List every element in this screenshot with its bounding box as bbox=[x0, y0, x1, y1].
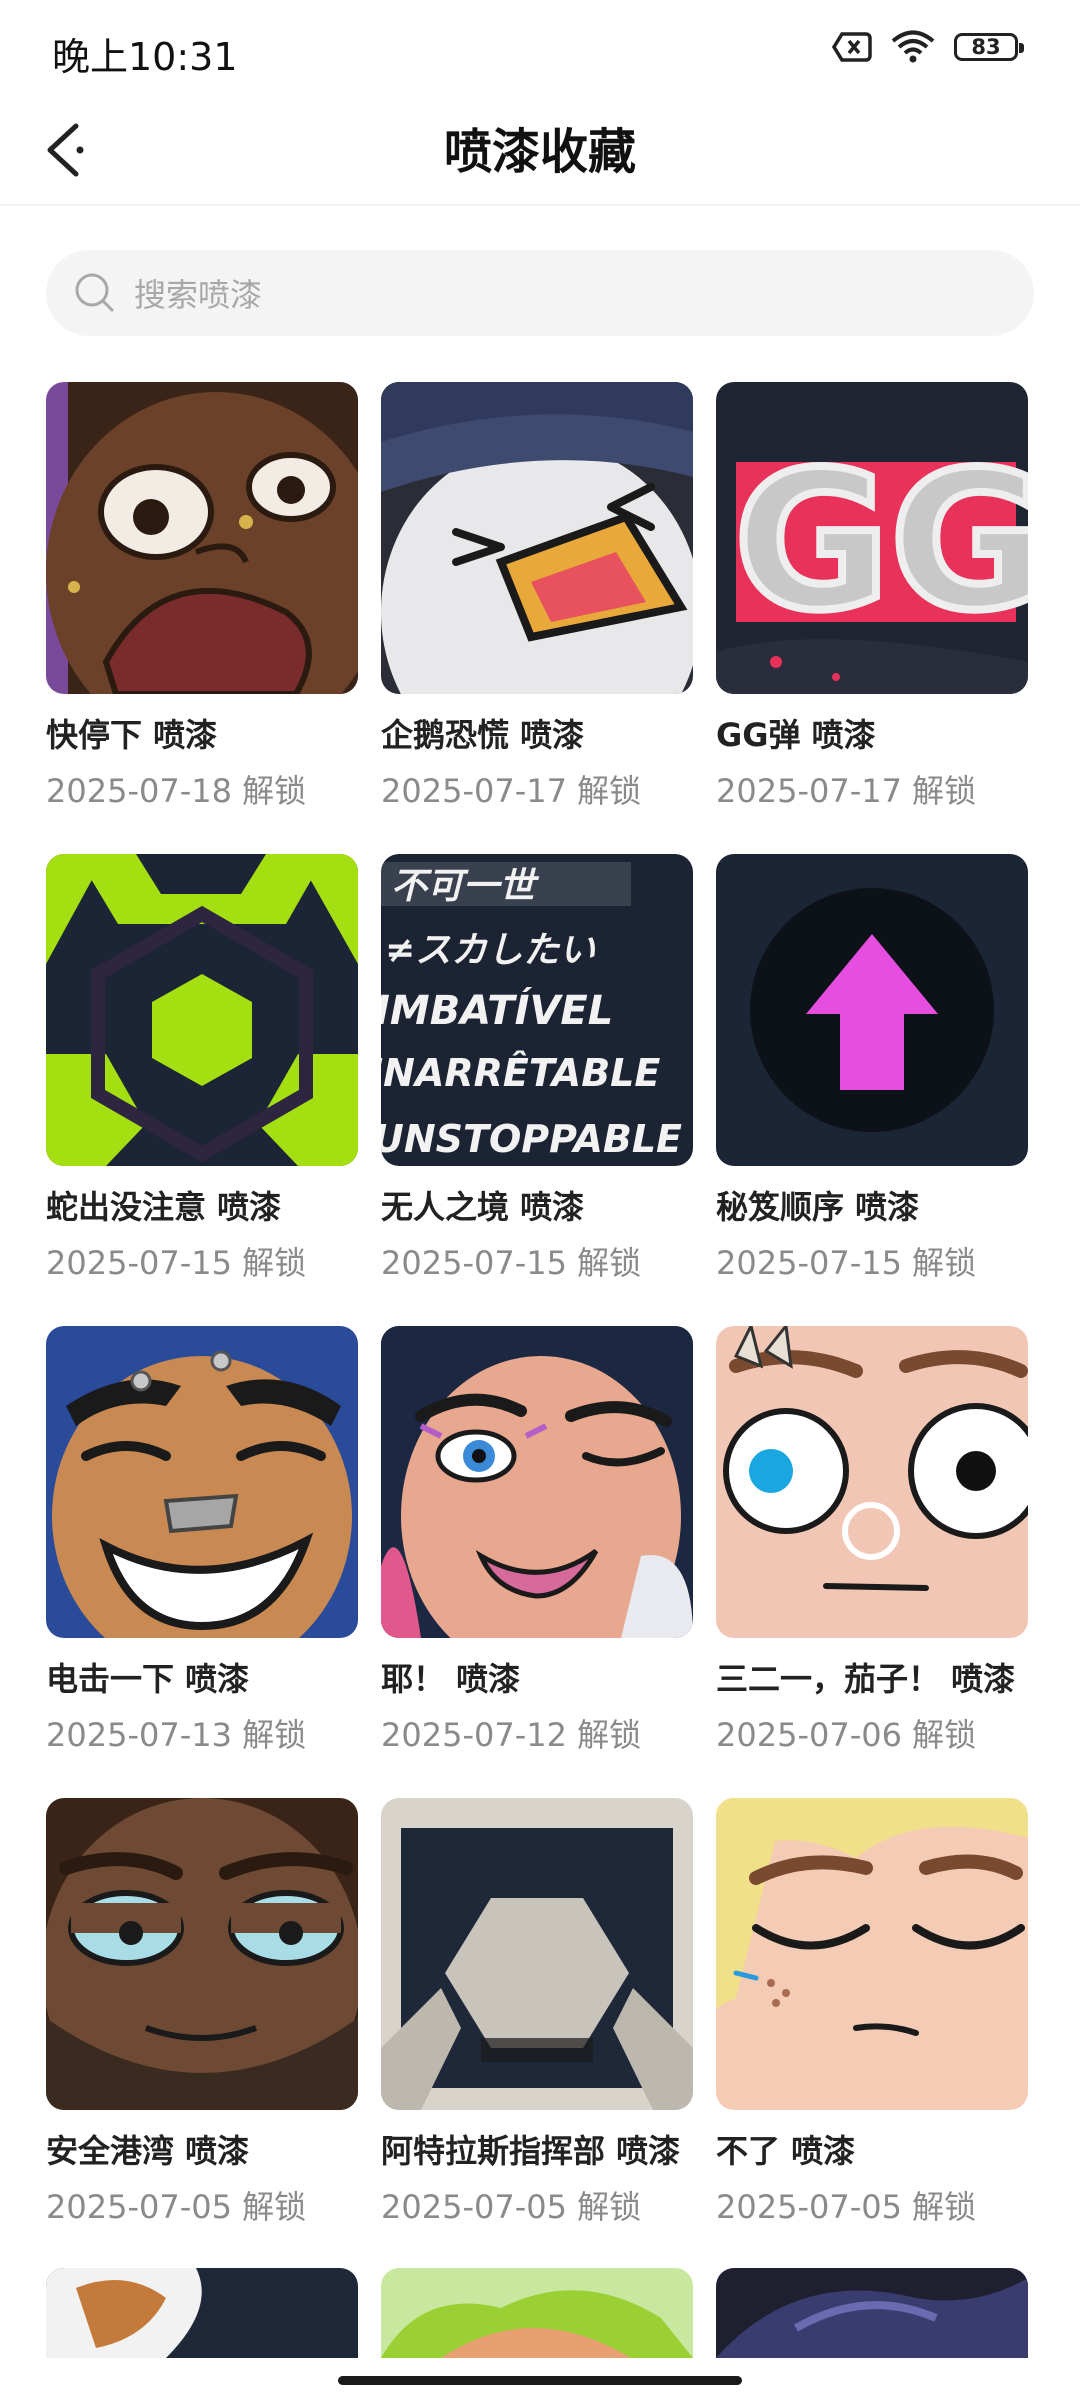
spray-grid-partial-row bbox=[46, 2268, 1036, 2358]
spray-date: 2025-07-15 解锁 bbox=[381, 1244, 642, 1282]
bearded-face-icon bbox=[46, 1798, 358, 2110]
spray-date: 2025-07-05 解锁 bbox=[381, 2188, 642, 2226]
svg-text:≠スカしたい: ≠スカしたい bbox=[385, 930, 597, 971]
search-input[interactable]: 搜索喷漆 bbox=[134, 270, 262, 316]
spray-thumbnail[interactable]: GG bbox=[716, 382, 1028, 694]
wide-eyes-face-icon bbox=[716, 1326, 1028, 1638]
spray-name: 三二一，茄子！ 喷漆 bbox=[716, 1660, 1016, 1698]
spray-name: 蛇出没注意 喷漆 bbox=[46, 1188, 282, 1226]
spray-thumbnail[interactable] bbox=[46, 854, 358, 1166]
spray-card[interactable]: 电击一下 喷漆 2025-07-13 解锁 bbox=[46, 1326, 358, 1798]
spray-thumbnail[interactable] bbox=[46, 382, 358, 694]
spray-name: 不了 喷漆 bbox=[716, 2132, 856, 2170]
winking-face-icon bbox=[381, 1326, 693, 1638]
spray-date: 2025-07-13 解锁 bbox=[46, 1716, 307, 1754]
spray-thumbnail[interactable] bbox=[381, 2268, 693, 2358]
svg-text:GG: GG bbox=[734, 431, 1028, 652]
spray-date: 2025-07-17 解锁 bbox=[716, 772, 977, 810]
arrow-up-icon bbox=[716, 854, 1028, 1166]
spray-name: 快停下 喷漆 bbox=[46, 716, 218, 754]
search-bar[interactable]: 搜索喷漆 bbox=[46, 250, 1034, 336]
battery-icon: 83 bbox=[954, 33, 1024, 61]
spray-thumbnail-art bbox=[46, 2268, 358, 2358]
status-time: 晚上10:31 bbox=[52, 35, 238, 79]
hexagon-emblem-icon bbox=[46, 854, 358, 1166]
spray-grid: 快停下 喷漆 2025-07-18 解锁 企鹅恐慌 喷漆 2025-07-17 … bbox=[46, 382, 1036, 2270]
spray-thumbnail[interactable] bbox=[716, 1798, 1028, 2110]
spray-name: 电击一下 喷漆 bbox=[46, 1660, 250, 1698]
spray-thumbnail[interactable] bbox=[46, 1798, 358, 2110]
spray-name: 企鹅恐慌 喷漆 bbox=[381, 716, 585, 754]
spray-date: 2025-07-17 解锁 bbox=[381, 772, 642, 810]
spray-name: 阿特拉斯指挥部 喷漆 bbox=[381, 2132, 681, 2170]
spray-date: 2025-07-05 解锁 bbox=[46, 2188, 307, 2226]
sim-off-icon bbox=[832, 32, 872, 62]
text-stripes-icon: 不可一世 ≠スカしたい IMBATÍVEL INARRÊTABLE UNSTOP… bbox=[381, 854, 693, 1166]
spray-name: 无人之境 喷漆 bbox=[381, 1188, 585, 1226]
battery-level: 83 bbox=[971, 35, 1001, 59]
spray-date: 2025-07-12 解锁 bbox=[381, 1716, 642, 1754]
spray-card[interactable]: GG GG弹 喷漆 2025-07-17 解锁 bbox=[716, 382, 1028, 854]
spray-thumbnail[interactable] bbox=[381, 1798, 693, 2110]
grinning-face-icon bbox=[46, 1326, 358, 1638]
spray-thumbnail[interactable]: 不可一世 ≠スカしたい IMBATÍVEL INARRÊTABLE UNSTOP… bbox=[381, 854, 693, 1166]
spray-card[interactable]: 不了 喷漆 2025-07-05 解锁 bbox=[716, 1798, 1028, 2270]
spray-card[interactable]: 快停下 喷漆 2025-07-18 解锁 bbox=[46, 382, 358, 854]
spray-card[interactable]: 企鹅恐慌 喷漆 2025-07-17 解锁 bbox=[381, 382, 693, 854]
spray-card[interactable]: 蛇出没注意 喷漆 2025-07-15 解锁 bbox=[46, 854, 358, 1326]
spray-card[interactable]: 阿特拉斯指挥部 喷漆 2025-07-05 解锁 bbox=[381, 1798, 693, 2270]
spray-date: 2025-07-05 解锁 bbox=[716, 2188, 977, 2226]
spray-thumbnail-art bbox=[716, 2268, 1028, 2358]
spray-name: 安全港湾 喷漆 bbox=[46, 2132, 250, 2170]
spray-thumbnail[interactable] bbox=[46, 1326, 358, 1638]
status-icons: 83 bbox=[832, 30, 1024, 64]
spray-thumbnail[interactable] bbox=[716, 1326, 1028, 1638]
spray-thumbnail[interactable] bbox=[716, 854, 1028, 1166]
spray-date: 2025-07-18 解锁 bbox=[46, 772, 307, 810]
spray-name: 秘笈顺序 喷漆 bbox=[716, 1188, 920, 1226]
spray-card[interactable]: 安全港湾 喷漆 2025-07-05 解锁 bbox=[46, 1798, 358, 2270]
spray-thumbnail-art bbox=[381, 2268, 693, 2358]
spray-name: GG弹 喷漆 bbox=[716, 716, 876, 754]
svg-text:IMBATÍVEL: IMBATÍVEL bbox=[381, 986, 613, 1034]
svg-text:INARRÊTABLE: INARRÊTABLE bbox=[381, 1051, 660, 1095]
spray-thumbnail[interactable] bbox=[46, 2268, 358, 2358]
spray-card[interactable]: 三二一，茄子！ 喷漆 2025-07-06 解锁 bbox=[716, 1326, 1028, 1798]
spray-date: 2025-07-15 解锁 bbox=[46, 1244, 307, 1282]
svg-text:不可一世: 不可一世 bbox=[391, 866, 540, 907]
spray-card[interactable]: 秘笈顺序 喷漆 2025-07-15 解锁 bbox=[716, 854, 1028, 1326]
page-title: 喷漆收藏 bbox=[443, 124, 636, 180]
gg-graffiti-icon: GG bbox=[716, 382, 1028, 694]
spray-name: 耶！ 喷漆 bbox=[381, 1660, 521, 1698]
home-indicator[interactable] bbox=[338, 2376, 742, 2385]
app-bar: 喷漆收藏 bbox=[0, 96, 1080, 206]
scared-face-icon bbox=[46, 382, 358, 694]
spray-thumbnail[interactable] bbox=[381, 1326, 693, 1638]
spray-thumbnail[interactable] bbox=[716, 2268, 1028, 2358]
spray-date: 2025-07-15 解锁 bbox=[716, 1244, 977, 1282]
spray-thumbnail[interactable] bbox=[381, 382, 693, 694]
hexagon-outline-icon bbox=[381, 1798, 693, 2110]
penguin-icon bbox=[381, 382, 693, 694]
spray-card[interactable]: 不可一世 ≠スカしたい IMBATÍVEL INARRÊTABLE UNSTOP… bbox=[381, 854, 693, 1326]
wifi-icon bbox=[891, 30, 935, 63]
status-bar: 晚上10:31 83 bbox=[0, 0, 1080, 96]
search-icon bbox=[75, 273, 114, 312]
sleepy-face-icon bbox=[716, 1798, 1028, 2110]
spray-date: 2025-07-06 解锁 bbox=[716, 1716, 977, 1754]
svg-text:UNSTOPPABLE: UNSTOPPABLE bbox=[381, 1117, 682, 1161]
spray-card[interactable]: 耶！ 喷漆 2025-07-12 解锁 bbox=[381, 1326, 693, 1798]
